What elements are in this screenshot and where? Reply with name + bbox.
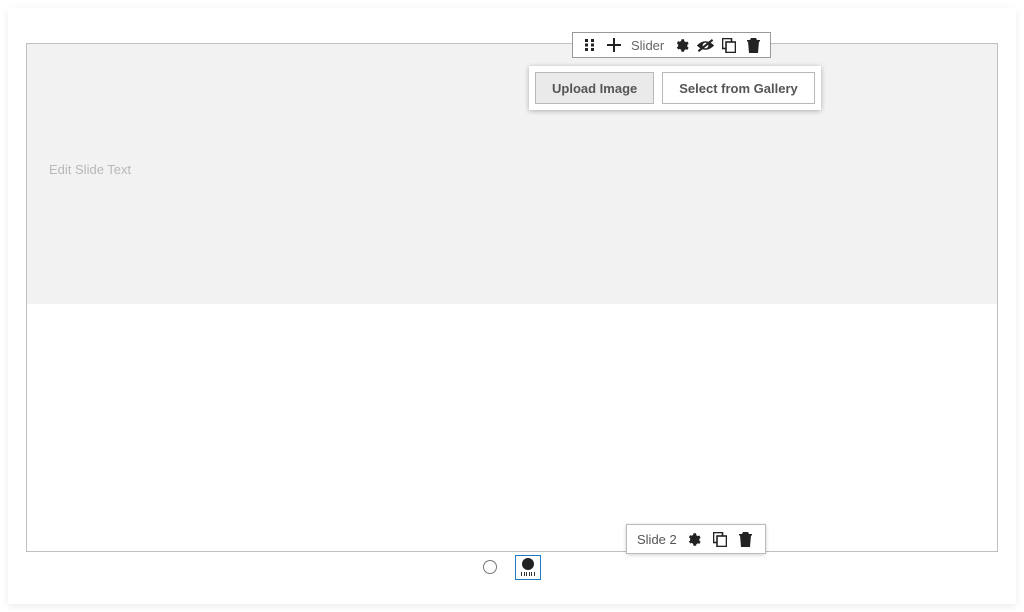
add-icon[interactable] [605, 36, 623, 54]
image-action-panel: Upload Image Select from Gallery [529, 66, 821, 110]
slide-item-label: Slide 2 [637, 532, 677, 547]
slider-canvas: Edit Slide Text [26, 43, 998, 552]
gear-icon[interactable] [672, 36, 690, 54]
grip-icon [521, 572, 535, 576]
trash-icon[interactable] [744, 36, 762, 54]
gear-icon[interactable] [685, 530, 703, 548]
active-dot [522, 558, 534, 570]
duplicate-icon[interactable] [720, 36, 738, 54]
select-gallery-button[interactable]: Select from Gallery [662, 72, 815, 104]
trash-icon[interactable] [737, 530, 755, 548]
slide-indicators [8, 555, 1016, 580]
editor-frame: Slider Upload Image Select from Gallery … [8, 8, 1016, 604]
component-toolbar: Slider [572, 32, 771, 58]
slide-indicator-1[interactable] [483, 560, 497, 574]
slide-indicator-2-active[interactable] [515, 555, 541, 580]
hide-icon[interactable] [696, 36, 714, 54]
drag-handle-icon[interactable] [581, 36, 599, 54]
component-label: Slider [629, 38, 666, 53]
slide-background: Edit Slide Text [27, 44, 997, 304]
upload-image-button[interactable]: Upload Image [535, 72, 654, 104]
duplicate-icon[interactable] [711, 530, 729, 548]
slide-item-toolbar: Slide 2 [626, 524, 766, 554]
slide-text-placeholder[interactable]: Edit Slide Text [49, 162, 131, 177]
